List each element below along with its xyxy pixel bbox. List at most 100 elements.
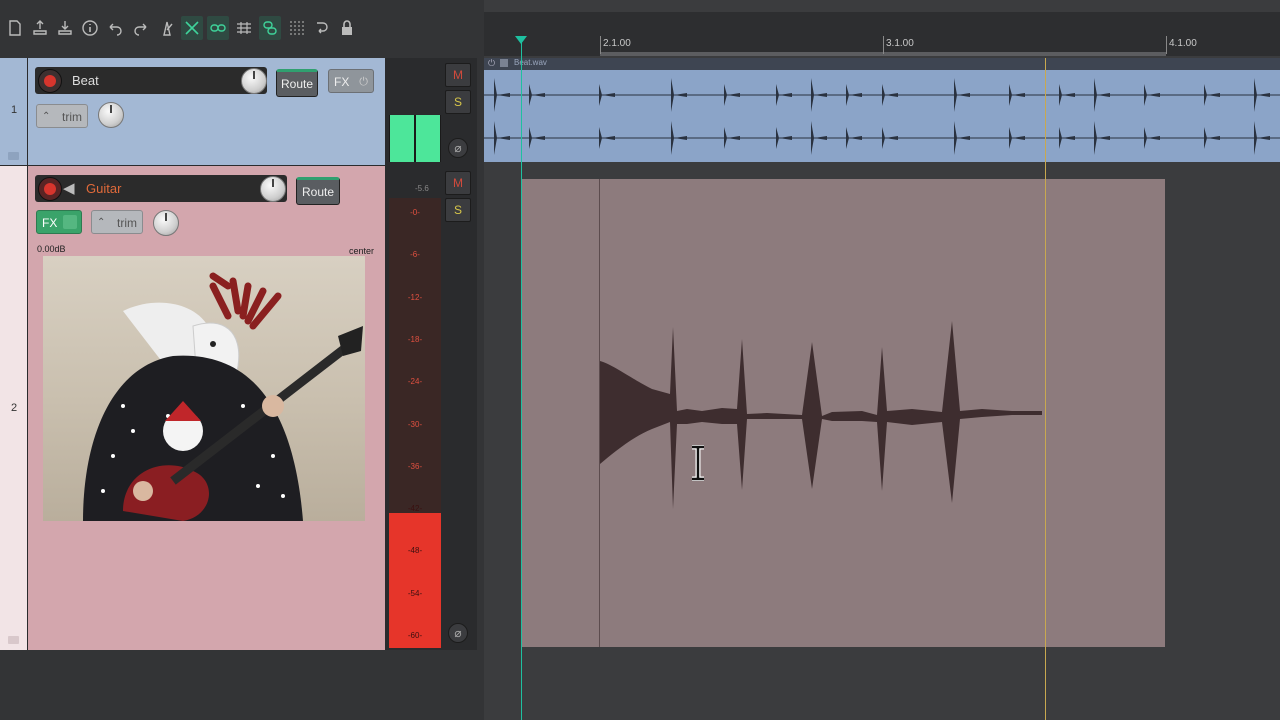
guitar-midi-item[interactable] bbox=[522, 179, 1165, 647]
open-icon[interactable] bbox=[54, 16, 76, 40]
ripple-edit-icon[interactable] bbox=[181, 16, 203, 40]
meter-scale-label: -54- bbox=[407, 588, 423, 598]
track-guitar[interactable]: ◀ Guitar Route FX ⌃ trim 0.00dB center bbox=[28, 166, 385, 650]
link-icon[interactable] bbox=[259, 16, 281, 40]
folder-icon[interactable] bbox=[8, 152, 19, 160]
snap-grid-icon[interactable] bbox=[233, 16, 255, 40]
track-name-field[interactable]: Beat bbox=[35, 67, 267, 94]
beat-transient bbox=[1204, 84, 1220, 106]
mute-button[interactable]: M bbox=[445, 63, 471, 87]
grouping-icon[interactable] bbox=[207, 16, 229, 40]
meter-scale-label: -18- bbox=[407, 334, 423, 344]
beat-transient bbox=[599, 84, 615, 106]
beat-transient bbox=[954, 121, 970, 155]
main-toolbar bbox=[0, 0, 484, 56]
beat-audio-item[interactable] bbox=[484, 70, 1280, 162]
volume-knob[interactable] bbox=[241, 68, 267, 94]
mute-button[interactable]: M bbox=[445, 171, 471, 195]
loop-icon[interactable] bbox=[310, 16, 332, 40]
track-beat[interactable]: Beat Route FX ⏻ ⌃ trim bbox=[28, 58, 385, 165]
automation-envelope-icon: ⌃ bbox=[97, 217, 106, 228]
fx-button[interactable]: FX bbox=[36, 210, 82, 234]
peak-readout: -5.6 bbox=[415, 184, 429, 193]
redo-icon[interactable] bbox=[130, 16, 152, 40]
item-power-icon[interactable]: ⏻ bbox=[488, 58, 495, 69]
beat-transient bbox=[494, 78, 510, 112]
track-name-field[interactable]: ◀ Guitar bbox=[35, 175, 287, 202]
item-lock-icon[interactable] bbox=[500, 59, 508, 67]
beat-transient bbox=[1204, 127, 1220, 149]
beat-item-header[interactable]: ⏻ Beat.wav bbox=[484, 58, 1280, 70]
meter-scale-label: -42- bbox=[407, 504, 423, 514]
guitar-waveform bbox=[600, 321, 1042, 509]
automation-trim-button[interactable]: ⌃ trim bbox=[91, 210, 143, 234]
fx-bypass-icon[interactable] bbox=[63, 215, 77, 229]
beat-waveform bbox=[484, 78, 1280, 155]
beat-transient bbox=[724, 84, 740, 106]
item-name: Beat.wav bbox=[514, 58, 547, 67]
beat-transient bbox=[671, 78, 687, 112]
beat-transient bbox=[1059, 127, 1075, 149]
volume-readout: 0.00dB bbox=[37, 244, 66, 254]
mouse-text-cursor-icon bbox=[688, 444, 708, 482]
meter-scale-label: -0- bbox=[410, 208, 420, 217]
beat-transient bbox=[1009, 127, 1025, 149]
route-button[interactable]: Route bbox=[276, 69, 318, 97]
beat-transient bbox=[599, 127, 615, 149]
track-name: Guitar bbox=[86, 181, 122, 196]
record-arm-button[interactable] bbox=[38, 177, 62, 201]
phase-invert-button[interactable]: ⌀ bbox=[448, 623, 468, 643]
timeline-ruler[interactable] bbox=[484, 12, 1280, 56]
trim-label: trim bbox=[62, 110, 82, 124]
pan-knob[interactable] bbox=[98, 102, 124, 128]
record-arm-button[interactable] bbox=[38, 69, 62, 93]
speaker-icon[interactable]: ◀ bbox=[63, 175, 75, 202]
beat-transient bbox=[1144, 127, 1160, 149]
new-project-icon[interactable] bbox=[4, 16, 26, 40]
edit-cursor[interactable] bbox=[521, 36, 522, 720]
lock-icon[interactable] bbox=[336, 16, 358, 40]
beat-transient bbox=[882, 84, 898, 106]
info-icon[interactable] bbox=[79, 16, 101, 40]
meter-scale-label: -60- bbox=[407, 631, 423, 640]
beat-transient bbox=[1094, 78, 1110, 112]
undo-icon[interactable] bbox=[104, 16, 126, 40]
save-icon[interactable] bbox=[29, 16, 51, 40]
track2-meter: -0- -6- -12- -18- -24- -30- -36- -42- -48- -54- -6… bbox=[389, 198, 441, 648]
beat-transient bbox=[671, 121, 687, 155]
grid-dots-icon[interactable] bbox=[285, 16, 307, 40]
solo-button[interactable]: S bbox=[445, 90, 471, 114]
trim-label: trim bbox=[117, 216, 137, 230]
ruler-label: 3.1.00 bbox=[886, 38, 914, 49]
pan-knob[interactable] bbox=[153, 210, 179, 236]
track1-meter bbox=[389, 115, 441, 162]
ruler-label: 4.1.00 bbox=[1169, 38, 1197, 49]
folder-icon[interactable] bbox=[8, 636, 19, 644]
track-number-column: 1 bbox=[0, 58, 27, 165]
route-button[interactable]: Route bbox=[296, 177, 340, 205]
beat-transient bbox=[529, 84, 545, 106]
beat-transient bbox=[494, 121, 510, 155]
phase-invert-button[interactable]: ⌀ bbox=[448, 138, 468, 158]
meter-panel: M S ⌀ -5.6 -0- -6- -12- -18- -24- -30- -36- -42… bbox=[385, 58, 477, 650]
automation-trim-button[interactable]: ⌃ trim bbox=[36, 104, 88, 128]
fx-button[interactable]: FX ⏻ bbox=[328, 69, 374, 93]
beat-transient bbox=[882, 127, 898, 149]
volume-knob[interactable] bbox=[260, 176, 286, 202]
fx-bypass-icon[interactable]: ⏻ bbox=[359, 70, 368, 94]
beat-transient bbox=[776, 127, 792, 149]
track-number: 2 bbox=[10, 402, 18, 414]
track-number-column: 2 bbox=[0, 166, 27, 650]
solo-button[interactable]: S bbox=[445, 198, 471, 222]
edit-cursor-handle[interactable] bbox=[515, 36, 527, 44]
item-split-line bbox=[599, 179, 600, 647]
beat-transient bbox=[724, 127, 740, 149]
meter-scale-label: -36- bbox=[407, 461, 423, 471]
meter-scale-label: -48- bbox=[407, 546, 423, 556]
beat-transient bbox=[1009, 84, 1025, 106]
meter-bar-left bbox=[390, 115, 414, 162]
beat-transient bbox=[846, 84, 862, 106]
fx-label: FX bbox=[334, 75, 350, 89]
beat-transient bbox=[1254, 121, 1270, 155]
metronome-icon[interactable] bbox=[156, 16, 178, 40]
